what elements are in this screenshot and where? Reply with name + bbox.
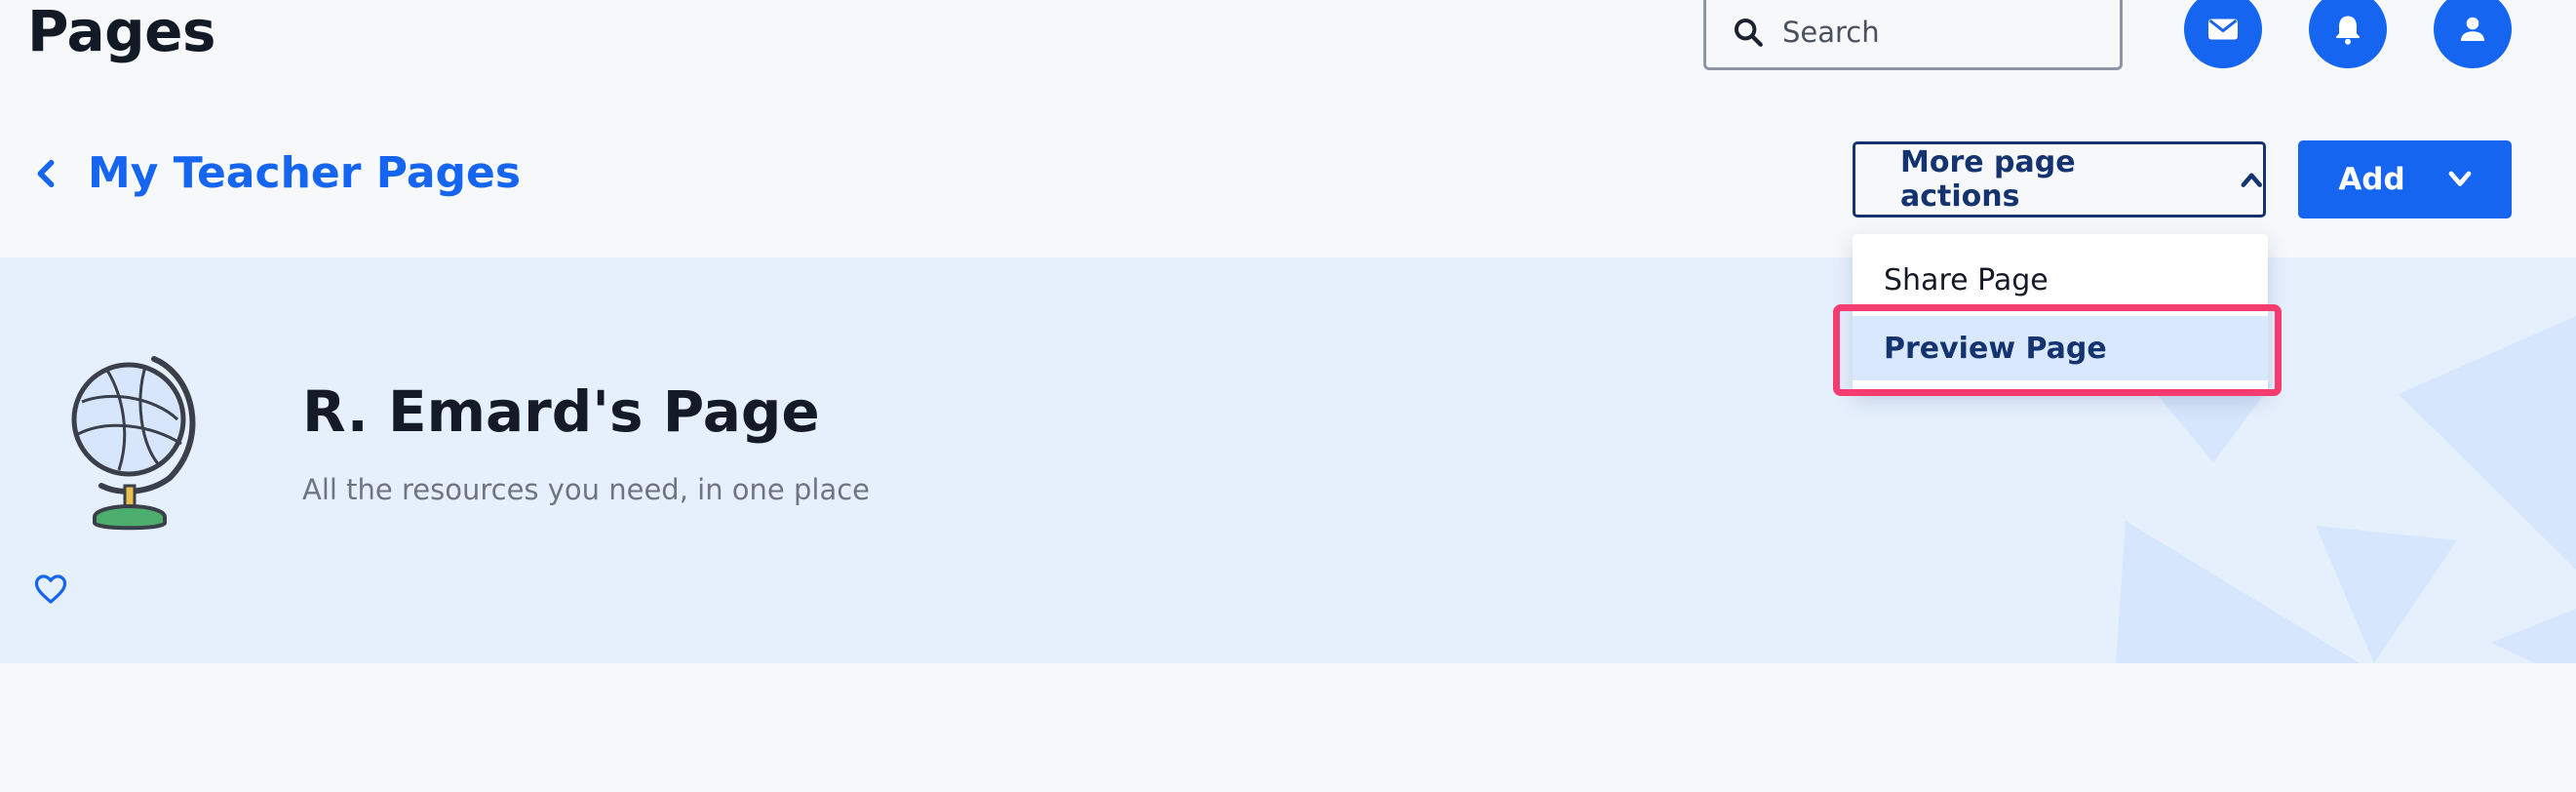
back-link-my-teacher-pages[interactable]: My Teacher Pages (33, 148, 521, 198)
more-actions-menu: Share Page Preview Page (1853, 234, 2268, 392)
user-icon (2461, 17, 2484, 41)
page-heading: R. Emard's Page (302, 378, 820, 445)
chevron-up-icon (2242, 173, 2263, 187)
heart-icon[interactable] (33, 574, 68, 605)
page-title: Pages (27, 0, 215, 64)
profile-button[interactable] (2434, 0, 2512, 68)
menu-item-preview-page[interactable]: Preview Page (1853, 316, 2268, 380)
search-icon (1734, 18, 1763, 47)
menu-item-share-page[interactable]: Share Page (1884, 263, 2049, 297)
chevron-left-icon (37, 159, 55, 187)
mail-button[interactable] (2184, 0, 2262, 68)
chevron-down-icon (2448, 171, 2472, 186)
globe-icon (71, 356, 196, 531)
more-page-actions-button[interactable]: More page actions (1853, 141, 2266, 218)
search-input[interactable] (1780, 15, 2106, 50)
more-page-actions-label: More page actions (1900, 145, 2076, 214)
mail-icon (2208, 19, 2238, 40)
add-button-label: Add (2338, 162, 2405, 197)
add-button[interactable]: Add (2298, 140, 2512, 218)
notifications-button[interactable] (2309, 0, 2387, 68)
search-box[interactable] (1703, 0, 2123, 70)
bell-icon (2336, 16, 2360, 45)
back-link-label: My Teacher Pages (88, 148, 522, 198)
page-subtitle: All the resources you need, in one place (302, 473, 871, 506)
